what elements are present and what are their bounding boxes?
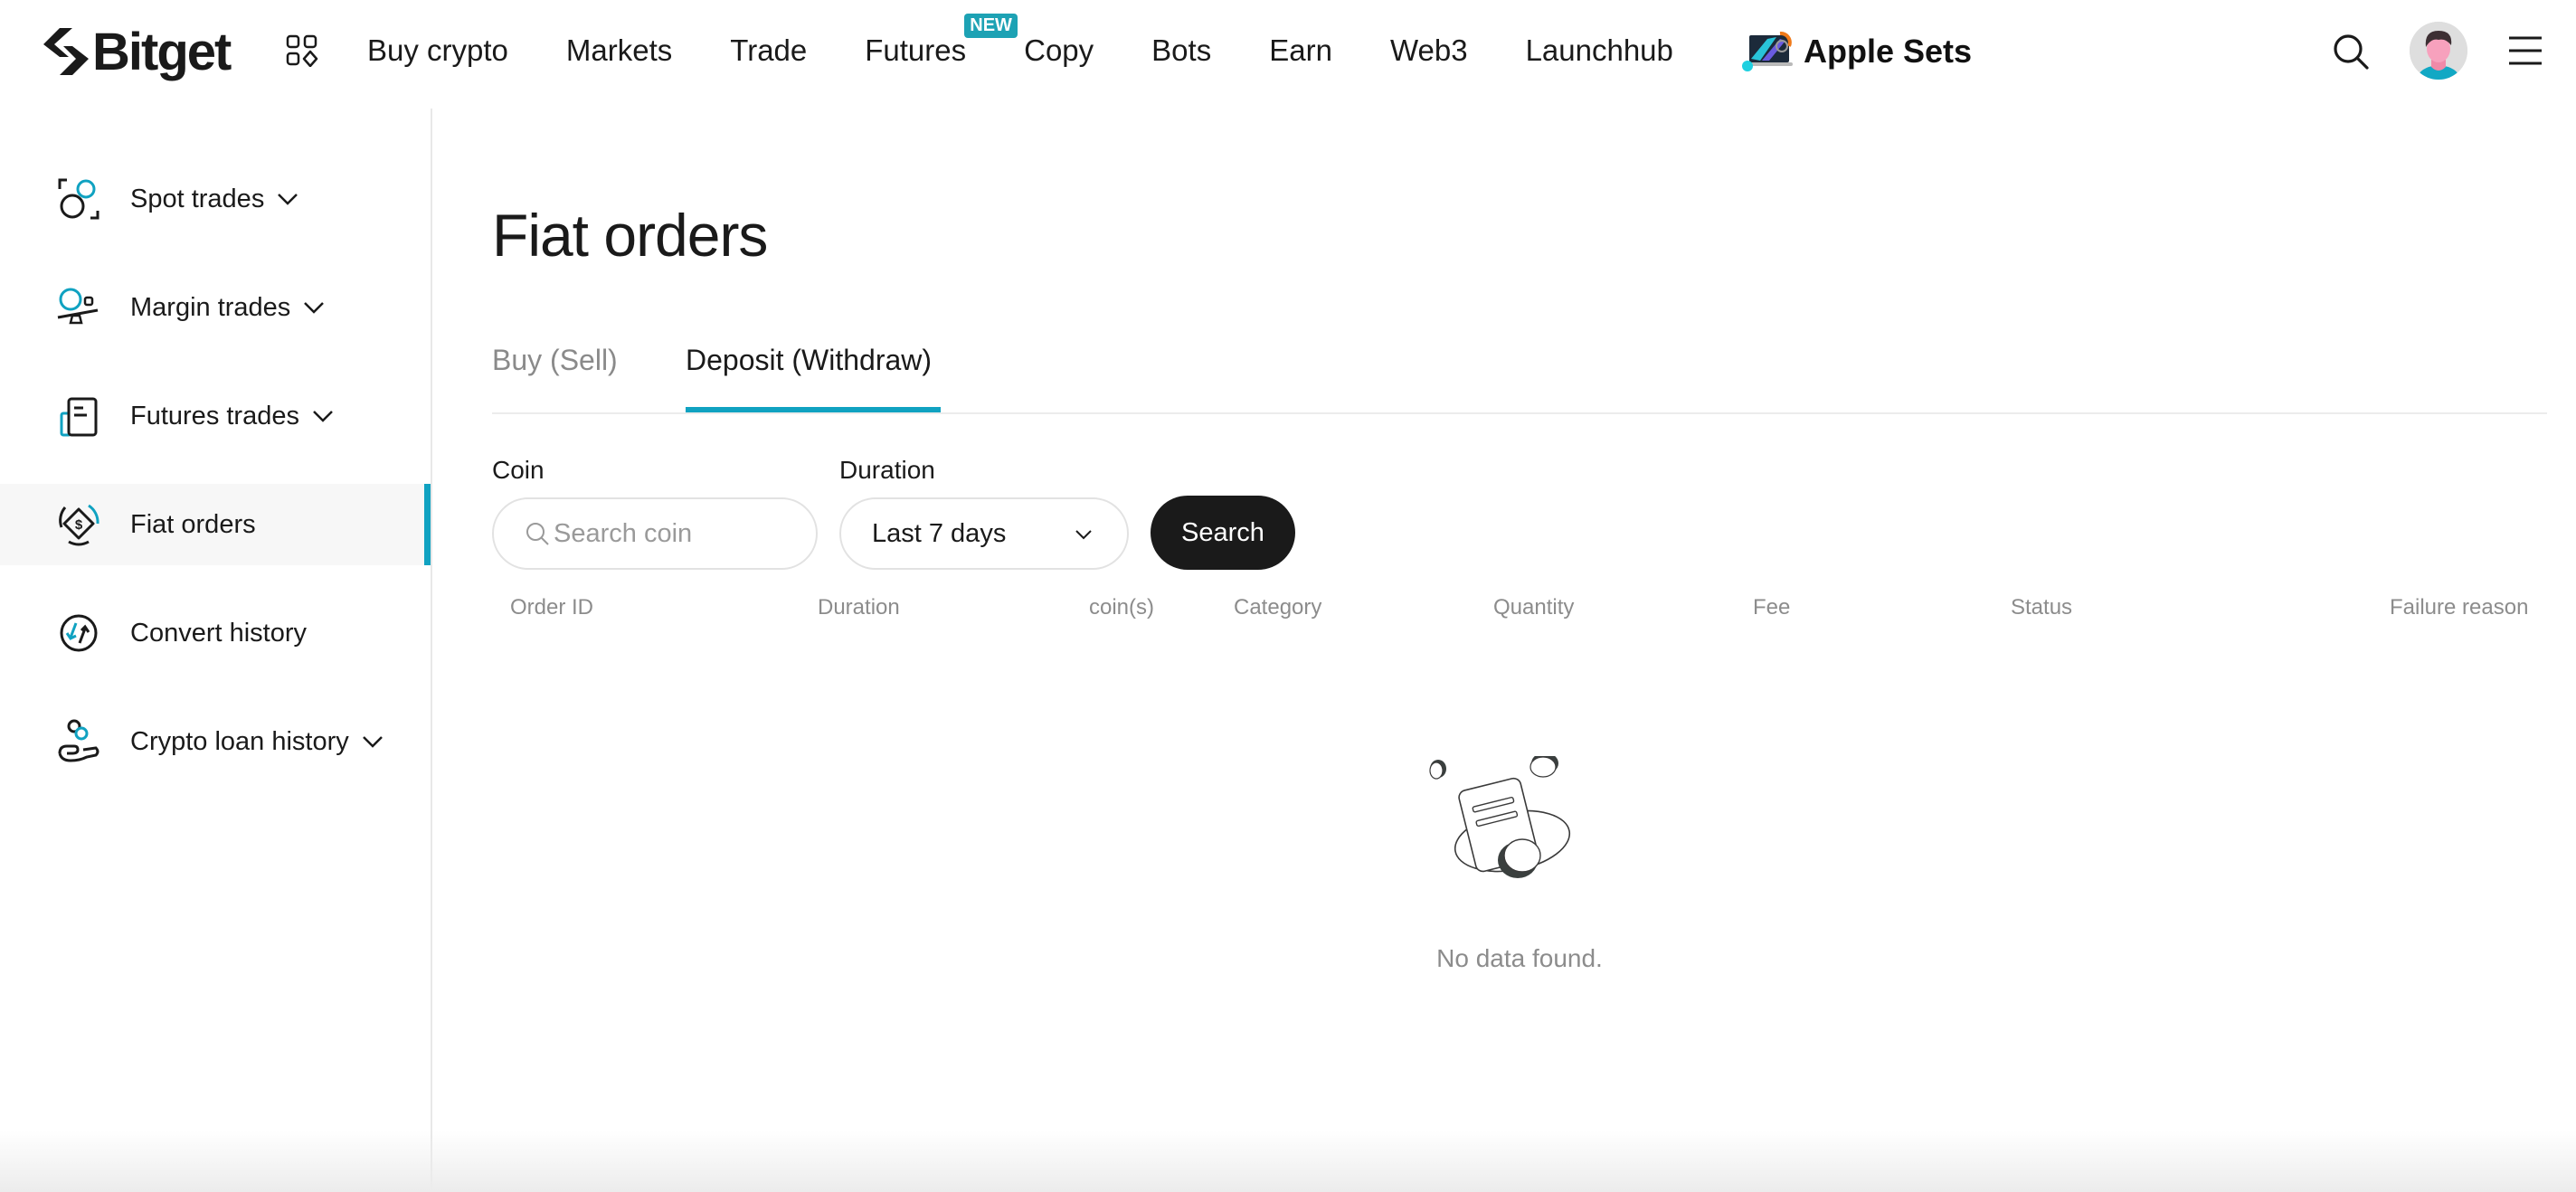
sidebar-item-label: Convert history (130, 619, 307, 648)
column-status: Status (2011, 595, 2073, 620)
column-order-id: Order ID (510, 595, 594, 620)
empty-state-text: No data found. (1436, 944, 1603, 972)
column-category: Category (1234, 595, 1322, 620)
chevron-down-icon (304, 302, 325, 314)
nav-futures-label: Futures (865, 33, 967, 67)
sidebar-item-futures-trades[interactable]: Futures trades (0, 375, 431, 457)
nav-markets[interactable]: Markets (566, 33, 672, 68)
column-fee: Fee (1753, 595, 1791, 620)
spot-trades-icon (58, 178, 99, 220)
convert-history-label: Convert history (130, 618, 308, 648)
column-failure-reason: Failure reason (2390, 595, 2529, 620)
margin-trades-label: Margin trades (130, 292, 291, 322)
coin-search-field[interactable] (492, 497, 818, 570)
nav-buy-crypto[interactable]: Buy crypto (367, 33, 508, 68)
nav-earn[interactable]: Earn (1269, 33, 1332, 68)
apple-sets-promo[interactable]: Apple Sets (1740, 29, 1972, 74)
sidebar-item-label: Spot trades (130, 184, 298, 214)
new-badge: NEW (964, 14, 1018, 38)
duration-label: Duration (839, 456, 935, 484)
empty-state-illustration (1429, 756, 1571, 878)
duration-selected-value: Last 7 days (872, 518, 1007, 548)
nav-trade[interactable]: Trade (730, 33, 807, 68)
nav-bots[interactable]: Bots (1151, 33, 1211, 68)
spot-trades-label: Spot trades (130, 184, 265, 213)
sidebar-item-convert-history[interactable]: Convert history (0, 592, 431, 674)
apps-grid-icon[interactable] (286, 34, 318, 67)
tab-deposit-withdraw[interactable]: Deposit (Withdraw) (686, 344, 932, 377)
search-button[interactable]: Search (1151, 496, 1295, 570)
order-type-tabs: Buy (Sell) Deposit (Withdraw) (492, 340, 2547, 414)
column-quantity: Quantity (1493, 595, 1575, 620)
sidebar-item-fiat-orders[interactable]: $ Fiat orders (0, 484, 431, 565)
chevron-down-icon (1075, 530, 1092, 540)
hamburger-menu-icon[interactable] (2507, 34, 2543, 67)
sidebar-item-label: Fiat orders (130, 510, 256, 540)
avatar-icon (2410, 22, 2467, 80)
user-avatar[interactable] (2410, 22, 2467, 80)
chevron-down-icon (278, 194, 298, 205)
sidebar-item-label: Margin trades (130, 293, 325, 323)
sidebar-item-crypto-loan-history[interactable]: Crypto loan history (0, 701, 431, 782)
crypto-loan-icon (58, 719, 99, 762)
logo-text: Bitget (92, 22, 232, 81)
fiat-orders-icon: $ (59, 504, 99, 546)
column-coins: coin(s) (1089, 595, 1155, 620)
active-tab-indicator (686, 407, 941, 412)
convert-history-icon (60, 614, 98, 652)
column-duration: Duration (818, 595, 900, 620)
sidebar-item-spot-trades[interactable]: Spot trades (0, 158, 431, 240)
nav-web3[interactable]: Web3 (1390, 33, 1468, 68)
fiat-orders-label: Fiat orders (130, 509, 256, 539)
tab-buy-sell[interactable]: Buy (Sell) (492, 344, 618, 377)
page-title: Fiat orders (492, 202, 768, 269)
svg-text:$: $ (75, 517, 83, 533)
futures-trades-label: Futures trades (130, 401, 299, 430)
nav-copy[interactable]: Copy (1024, 33, 1094, 68)
chevron-down-icon (313, 411, 333, 422)
coin-search-input[interactable] (554, 518, 807, 549)
duration-dropdown[interactable]: Last 7 days (839, 497, 1129, 570)
sidebar: Spot trades Margin trades Futures trades (0, 109, 432, 1192)
crypto-loan-history-label: Crypto loan history (130, 726, 349, 756)
search-icon (526, 523, 549, 545)
search-icon[interactable] (2332, 33, 2370, 71)
coin-label: Coin (492, 456, 545, 484)
bitget-logo[interactable]: Bitget (42, 20, 232, 83)
nav-futures[interactable]: Futures NEW (865, 14, 1018, 68)
sidebar-item-margin-trades[interactable]: Margin trades (0, 267, 431, 348)
margin-trades-icon (57, 288, 99, 325)
futures-trades-icon (60, 397, 98, 437)
top-nav-bar: Bitget Buy crypto Markets Trade Futures … (0, 0, 2576, 101)
bitget-logo-icon (43, 28, 89, 75)
sidebar-item-label: Crypto loan history (130, 727, 384, 757)
sidebar-item-label: Futures trades (130, 402, 334, 431)
chevron-down-icon (362, 736, 383, 748)
nav-launchhub[interactable]: Launchhub (1526, 33, 1673, 68)
main-nav: Buy crypto Markets Trade Futures NEW Cop… (367, 14, 1731, 74)
promo-label: Apple Sets (1804, 33, 1973, 70)
laptop-promo-icon (1742, 32, 1793, 71)
